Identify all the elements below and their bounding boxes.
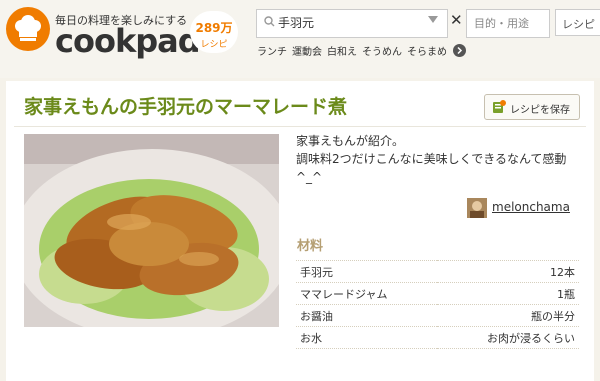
keyword-link[interactable]: そうめん — [362, 47, 402, 58]
recipe-search-button[interactable]: レシピ — [555, 9, 600, 36]
keyword-link[interactable]: ランチ — [257, 47, 287, 58]
chef-hat-logo-icon[interactable] — [6, 7, 50, 51]
author-link[interactable]: melonchama — [492, 200, 570, 214]
save-recipe-button[interactable]: レシピを保存 — [484, 94, 580, 120]
ingredient-name: お水 — [300, 331, 322, 345]
table-row: 手羽元 12本 — [296, 260, 579, 283]
keyword-link[interactable]: そらまめ — [407, 47, 447, 58]
recipe-description-text: 家事えもんが紹介。 調味料2つだけこんなに美味しくできるなんて感動^_^ — [296, 134, 567, 184]
ingredient-quantity: 12本 — [550, 265, 575, 279]
recipe-title: 家事えもんの手羽元のマーマレード煮 — [24, 96, 348, 118]
purpose-placeholder: 目的・用途 — [474, 17, 529, 30]
ingredient-name: 手羽元 — [300, 265, 333, 279]
recipe-photo[interactable] — [24, 134, 279, 327]
recipe-count-badge: 289万 レシピ — [190, 11, 238, 53]
close-icon[interactable]: ✕ — [450, 11, 463, 29]
table-row: お水 お肉が浸るくらい — [296, 326, 579, 349]
ingredient-quantity: お肉が浸るくらい — [487, 331, 575, 345]
table-row: ママレードジャム 1瓶 — [296, 282, 579, 305]
keyword-link[interactable]: 白和え — [327, 47, 357, 58]
recipe-count: 289万 — [195, 21, 233, 35]
save-recipe-label: レシピを保存 — [510, 105, 570, 116]
chevron-down-icon[interactable] — [428, 16, 438, 24]
recipe-description: 家事えもんが紹介。 調味料2つだけこんなに美味しくできるなんて感動^_^ — [296, 132, 580, 186]
ingredients-heading: 材料 — [297, 239, 324, 254]
keyword-link[interactable]: 運動会 — [292, 47, 322, 58]
chevron-right-circle-icon[interactable] — [453, 44, 466, 57]
popular-keywords: ランチ 運動会 白和え そうめん そらまめ — [257, 43, 452, 58]
ingredient-name: ママレードジャム — [300, 287, 388, 301]
search-icon — [264, 16, 275, 27]
divider — [14, 126, 586, 127]
ingredient-quantity: 瓶の半分 — [531, 309, 575, 323]
ingredient-name: お醤油 — [300, 309, 333, 323]
site-header: 毎日の料理を楽しみにする cookpad 289万 レシピ 手羽元 ✕ 目的・用… — [0, 0, 600, 78]
avatar[interactable] — [467, 198, 487, 218]
brand-wordmark[interactable]: cookpad — [55, 22, 201, 60]
ingredient-quantity: 1瓶 — [557, 287, 575, 301]
table-row: お醤油 瓶の半分 — [296, 304, 579, 327]
notebook-plus-icon — [493, 100, 506, 113]
ingredients-table: 手羽元 12本 ママレードジャム 1瓶 お醤油 瓶の半分 お水 お肉が浸るくらい — [296, 260, 579, 349]
recipe-count-unit: レシピ — [200, 40, 228, 50]
search-value: 手羽元 — [278, 16, 315, 30]
